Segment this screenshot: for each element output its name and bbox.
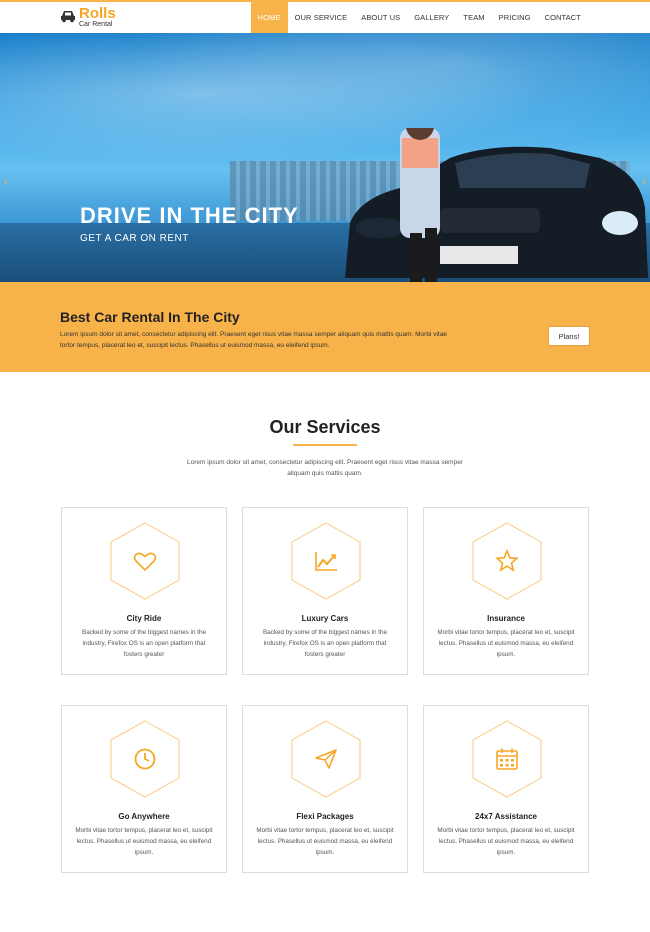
plans-button[interactable]: Plans! (548, 326, 590, 346)
card-text: Morbi vitae tortor tempus, placerat leo … (256, 827, 394, 856)
nav-contact[interactable]: CONTACT (538, 2, 588, 33)
card-title: Flexi Packages (296, 812, 354, 821)
banner-text: Lorem ipsum dolor sit amet, consectetur … (60, 331, 447, 349)
heart-icon (133, 552, 157, 572)
card-text: Morbi vitae tortor tempus, placerat leo … (437, 629, 575, 658)
hero-slider: DRIVE IN THE CITY GET A CAR ON RENT ‹ › (0, 33, 650, 282)
services-title-underline (293, 444, 357, 446)
card-title: 24x7 Assistance (475, 812, 537, 821)
card-title: City Ride (126, 614, 162, 623)
nav-our-service[interactable]: OUR SERVICE (288, 2, 355, 33)
card-title: Go Anywhere (118, 812, 170, 821)
logo[interactable]: Rolls Car Rental (60, 6, 116, 28)
clock-icon (134, 748, 156, 770)
nav-pricing[interactable]: PRICING (492, 2, 538, 33)
card-title: Luxury Cars (301, 614, 349, 623)
services-description: Lorem ipsum dolor sit amet, consectetur … (186, 459, 463, 477)
service-card-insurance[interactable]: Insurance Morbi vitae tortor tempus, pla… (423, 507, 589, 675)
paper-plane-icon (315, 749, 337, 769)
car-logo-icon (61, 11, 75, 23)
slider-next-arrow-icon[interactable]: › (642, 176, 646, 188)
nav-about-us[interactable]: ABOUT US (354, 2, 407, 33)
card-title: Insurance (487, 614, 525, 623)
services-title: Our Services (269, 417, 381, 437)
service-card-go-anywhere[interactable]: Go Anywhere Morbi vitae tortor tempus, p… (61, 705, 227, 873)
top-navbar: Rolls Car Rental HOME OUR SERVICE ABOUT … (0, 0, 650, 33)
slider-prev-arrow-icon[interactable]: ‹ (4, 176, 8, 188)
card-text: Backed by some of the biggest names in t… (82, 629, 206, 658)
main-menu: HOME OUR SERVICE ABOUT US GALLERY TEAM P… (250, 2, 588, 33)
service-card-city-ride[interactable]: City Ride Backed by some of the biggest … (61, 507, 227, 675)
hero-car-image (345, 128, 648, 282)
card-text: Backed by some of the biggest names in t… (263, 629, 387, 658)
card-text: Morbi vitae tortor tempus, placerat leo … (437, 827, 575, 856)
nav-team[interactable]: TEAM (456, 2, 491, 33)
nav-gallery[interactable]: GALLERY (407, 2, 456, 33)
card-text: Morbi vitae tortor tempus, placerat leo … (75, 827, 213, 856)
logo-subtitle: Car Rental (79, 21, 113, 28)
service-card-luxury-cars[interactable]: Luxury Cars Backed by some of the bigges… (242, 507, 408, 675)
logo-name: Rolls (79, 5, 116, 22)
service-card-24x7-assistance[interactable]: 24x7 Assistance Morbi vitae tortor tempu… (423, 705, 589, 873)
hero-title: DRIVE IN THE CITY (80, 203, 299, 228)
service-card-flexi-packages[interactable]: Flexi Packages Morbi vitae tortor tempus… (242, 705, 408, 873)
calendar-icon (496, 748, 518, 770)
hero-subtitle: GET A CAR ON RENT (80, 233, 189, 244)
star-icon (495, 549, 519, 572)
chart-line-icon (315, 552, 337, 571)
nav-home[interactable]: HOME (250, 2, 288, 33)
banner-title: Best Car Rental In The City (60, 309, 240, 325)
